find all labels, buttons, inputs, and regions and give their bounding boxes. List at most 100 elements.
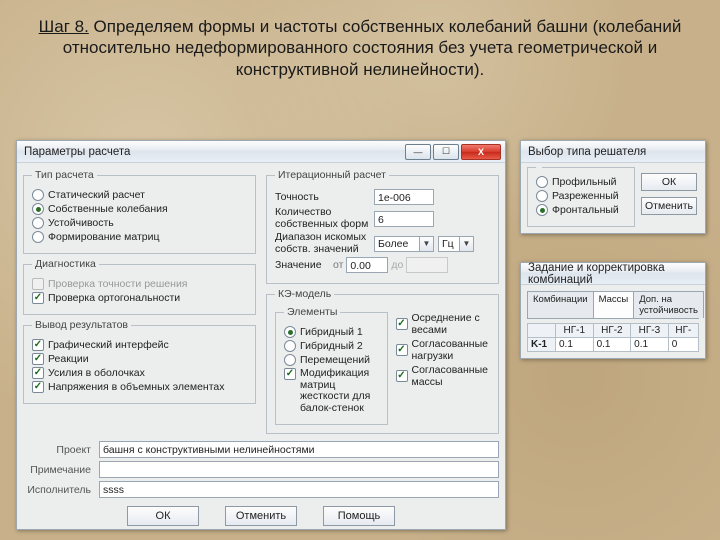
project-label: Проект xyxy=(23,444,91,456)
row-label: K-1 xyxy=(528,338,556,352)
label-profile: Профильный xyxy=(552,176,617,188)
tab-stability-extra[interactable]: Доп. на устойчивость xyxy=(633,291,704,318)
maximize-icon: ☐ xyxy=(442,146,450,157)
headline-text: Определяем формы и частоты собственных к… xyxy=(63,17,682,79)
table-row: K-1 0.1 0.1 0.1 0 xyxy=(528,338,699,352)
check-reactions[interactable] xyxy=(32,353,44,365)
check-shell[interactable] xyxy=(32,367,44,379)
precision-label: Точность xyxy=(275,191,370,203)
radio-frontal[interactable] xyxy=(536,204,548,216)
ok-button[interactable]: ОК xyxy=(127,506,199,526)
label-modify: Модификация матриц жесткости для балок-с… xyxy=(300,368,379,414)
cell[interactable]: 0.1 xyxy=(631,338,669,352)
cell[interactable]: 0.1 xyxy=(556,338,594,352)
elements-subgroup: Элементы Гибридный 1 Гибридный 2 Перемещ… xyxy=(275,306,388,425)
tab-combinations[interactable]: Комбинации xyxy=(527,291,594,318)
solver-window: Выбор типа решателя Профильный Разреженн… xyxy=(520,140,706,234)
label-static: Статический расчет xyxy=(48,189,145,201)
calc-type-group: Тип расчета Статический расчет Собственн… xyxy=(23,169,256,254)
cancel-button[interactable]: Отменить xyxy=(225,506,297,526)
cell[interactable]: 0 xyxy=(668,338,698,352)
elements-legend: Элементы xyxy=(284,306,340,318)
author-input[interactable]: ssss xyxy=(99,481,499,498)
col-h2: НГ-2 xyxy=(593,324,631,338)
diagnostics-group: Диагностика Проверка точности решения Пр… xyxy=(23,258,256,315)
masses-table: НГ-1 НГ-2 НГ-3 НГ- K-1 0.1 0.1 0.1 0 xyxy=(527,323,699,352)
diagnostics-legend: Диагностика xyxy=(32,258,99,270)
tab-masses[interactable]: Массы xyxy=(593,291,635,318)
radio-profile[interactable] xyxy=(536,176,548,188)
label-loads: Согласованные нагрузки xyxy=(412,338,491,362)
radio-sparse[interactable] xyxy=(536,190,548,202)
check-modify[interactable] xyxy=(284,368,296,380)
label-mass: Согласованные массы xyxy=(412,364,491,388)
solver-titlebar: Выбор типа решателя xyxy=(521,141,705,163)
parameters-titlebar: Параметры расчета — ☐ X xyxy=(17,141,505,163)
check-loads[interactable] xyxy=(396,344,408,356)
label-reactions: Реакции xyxy=(48,353,89,365)
close-button[interactable]: X xyxy=(461,144,501,160)
close-icon: X xyxy=(478,147,484,157)
check-solid[interactable] xyxy=(32,381,44,393)
check-ortho[interactable] xyxy=(32,292,44,304)
parameters-window: Параметры расчета — ☐ X Тип расчета Стат… xyxy=(16,140,506,530)
count-label: Количество собственных форм xyxy=(275,207,370,230)
check-gui[interactable] xyxy=(32,339,44,351)
to-label: до xyxy=(391,259,403,271)
solver-cancel-button[interactable]: Отменить xyxy=(641,197,697,215)
chevron-down-icon: ▼ xyxy=(460,236,474,252)
check-avg[interactable] xyxy=(396,318,408,330)
combinations-title: Задание и корректировка комбинаций xyxy=(525,262,701,286)
minimize-icon: — xyxy=(414,147,423,157)
label-accuracy: Проверка точности решения xyxy=(48,278,188,290)
radio-static[interactable] xyxy=(32,189,44,201)
iteration-legend: Итерационный расчет xyxy=(275,169,389,181)
parameters-title: Параметры расчета xyxy=(21,146,405,158)
range-select[interactable]: Более ▼ xyxy=(374,236,434,252)
label-sparse: Разреженный xyxy=(552,190,619,202)
precision-input[interactable]: 1e-006 xyxy=(374,189,434,205)
maximize-button[interactable]: ☐ xyxy=(433,144,459,160)
radio-displ[interactable] xyxy=(284,354,296,366)
label-solid: Напряжения в объемных элементах xyxy=(48,381,225,393)
check-mass[interactable] xyxy=(396,370,408,382)
col-h1: НГ-1 xyxy=(556,324,594,338)
solver-title: Выбор типа решателя xyxy=(525,146,701,158)
count-input[interactable]: 6 xyxy=(374,211,434,227)
label-ortho: Проверка ортогональности xyxy=(48,292,180,304)
radio-hyb1[interactable] xyxy=(284,326,296,338)
minimize-button[interactable]: — xyxy=(405,144,431,160)
author-label: Исполнитель xyxy=(23,484,91,496)
radio-stability[interactable] xyxy=(32,217,44,229)
label-stability: Устойчивость xyxy=(48,217,114,229)
project-input[interactable]: башня с конструктивными нелинейностями xyxy=(99,441,499,458)
label-avg: Осреднение с весами xyxy=(412,312,491,336)
output-group: Вывод результатов Графический интерфейс … xyxy=(23,319,256,404)
solver-group: Профильный Разреженный Фронтальный xyxy=(527,167,635,227)
slide-headline: Шаг 8. Определяем формы и частоты собств… xyxy=(30,16,690,80)
solver-ok-button[interactable]: ОК xyxy=(641,173,697,191)
label-eigen: Собственные колебания xyxy=(48,203,168,215)
kemodel-legend: КЭ-модель xyxy=(275,288,334,300)
cell[interactable]: 0.1 xyxy=(593,338,631,352)
output-legend: Вывод результатов xyxy=(32,319,131,331)
radio-matrix[interactable] xyxy=(32,231,44,243)
check-accuracy xyxy=(32,278,44,290)
note-input[interactable] xyxy=(99,461,499,478)
value-label: Значение xyxy=(275,259,330,271)
label-hyb2: Гибридный 2 xyxy=(300,340,363,352)
unit-value: Гц xyxy=(438,236,460,252)
help-button[interactable]: Помощь xyxy=(323,506,395,526)
label-gui: Графический интерфейс xyxy=(48,339,169,351)
combinations-window: Задание и корректировка комбинаций Комби… xyxy=(520,262,706,359)
radio-eigen[interactable] xyxy=(32,203,44,215)
col-h4: НГ- xyxy=(668,324,698,338)
label-frontal: Фронтальный xyxy=(552,204,619,216)
radio-hyb2[interactable] xyxy=(284,340,296,352)
unit-select[interactable]: Гц ▼ xyxy=(438,236,474,252)
iteration-group: Итерационный расчет Точность 1e-006 Коли… xyxy=(266,169,499,284)
note-label: Примечание xyxy=(23,464,91,476)
col-h3: НГ-3 xyxy=(631,324,669,338)
from-input[interactable]: 0.00 xyxy=(346,257,388,273)
from-label: от xyxy=(333,259,343,271)
